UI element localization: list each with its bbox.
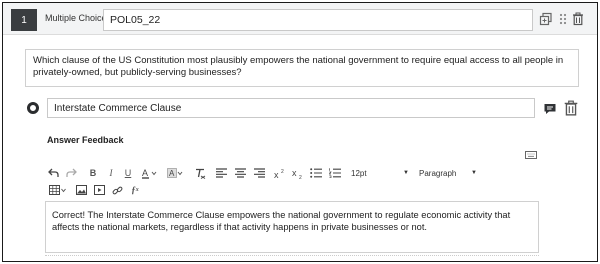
editor-divider <box>45 255 539 256</box>
answer-text-input[interactable]: Interstate Commerce Clause <box>47 98 535 118</box>
drag-handle-icon[interactable] <box>556 12 570 26</box>
question-card: 1 Multiple Choice POL05_22 Which clause … <box>2 2 598 262</box>
font-size-value: 12pt <box>351 168 367 178</box>
align-right-icon[interactable] <box>253 167 265 179</box>
clear-formatting-icon[interactable] <box>193 167 207 179</box>
svg-text:A: A <box>142 168 148 178</box>
svg-text:x: x <box>292 168 297 178</box>
svg-text:2: 2 <box>299 175 302 179</box>
numbered-list-icon[interactable] <box>329 167 341 179</box>
bold-icon[interactable]: B <box>87 167 99 179</box>
text-color-icon[interactable]: A <box>141 167 159 179</box>
subscript-icon[interactable]: x2 <box>292 167 304 179</box>
underline-icon[interactable]: U <box>122 167 134 179</box>
redo-icon[interactable] <box>65 167 77 179</box>
answer-trash-icon[interactable] <box>563 100 579 116</box>
math-icon[interactable]: ƒx <box>129 184 141 196</box>
chevron-down-icon: ▼ <box>471 170 477 176</box>
trash-icon[interactable] <box>571 12 585 26</box>
copy-icon[interactable] <box>539 12 553 26</box>
table-icon[interactable] <box>49 184 67 196</box>
feedback-editor[interactable]: Correct! The Interstate Commerce Clause … <box>45 201 539 253</box>
svg-text:2: 2 <box>281 169 284 175</box>
comment-icon[interactable] <box>543 102 557 116</box>
svg-text:x: x <box>274 170 279 179</box>
undo-icon[interactable] <box>47 167 59 179</box>
question-type-label: Multiple Choice <box>45 13 107 23</box>
question-text-input[interactable]: Which clause of the US Constitution most… <box>25 49 579 87</box>
superscript-icon[interactable]: x2 <box>274 167 286 179</box>
media-icon[interactable] <box>93 184 105 196</box>
bullet-list-icon[interactable] <box>310 167 322 179</box>
background-color-icon[interactable]: A <box>167 167 185 179</box>
align-center-icon[interactable] <box>234 167 246 179</box>
align-left-icon[interactable] <box>215 167 227 179</box>
image-icon[interactable] <box>75 184 87 196</box>
italic-icon[interactable]: I <box>105 167 117 179</box>
question-header: 1 Multiple Choice POL05_22 <box>3 3 597 35</box>
block-format-value: Paragraph <box>419 168 457 178</box>
chevron-down-icon: ▼ <box>403 170 409 176</box>
question-name-input[interactable]: POL05_22 <box>103 9 533 31</box>
block-format-select[interactable]: Paragraph ▼ <box>419 167 477 179</box>
font-size-select[interactable]: 12pt ▼ <box>351 167 409 179</box>
answer-feedback-label: Answer Feedback <box>47 135 124 145</box>
keyboard-icon[interactable] <box>525 149 537 161</box>
svg-text:A: A <box>169 169 175 178</box>
correct-answer-radio[interactable] <box>27 102 39 114</box>
link-icon[interactable] <box>111 184 123 196</box>
question-number: 1 <box>11 9 37 31</box>
